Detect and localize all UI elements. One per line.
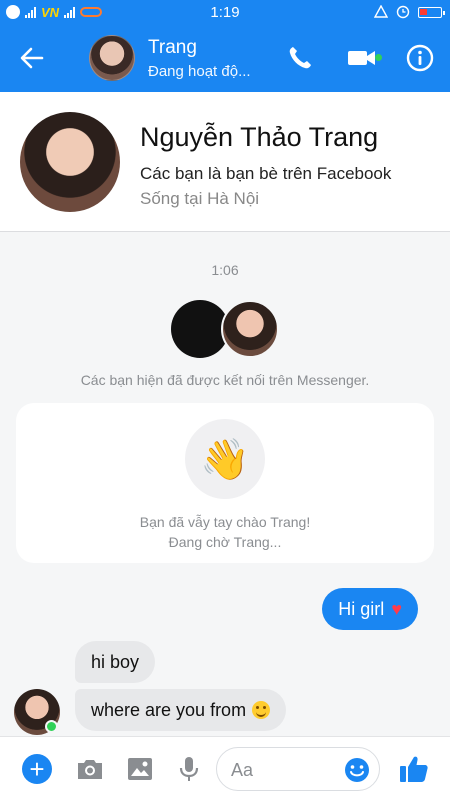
contact-avatar[interactable] [89,35,135,81]
alarm-icon [374,5,388,18]
back-arrow-icon[interactable] [18,44,46,72]
message-text: where are you from [91,699,247,720]
smiley-emoji-icon [252,701,271,719]
message-input[interactable] [231,758,341,782]
heart-emoji-icon: ♥ [391,598,402,619]
status-bar: VN 1:19 [0,0,450,24]
profile-header: Nguyễn Thảo Trang Các bạn là bạn bè trên… [0,92,450,232]
emoji-icon[interactable] [343,756,371,784]
connected-notice: Các bạn hiện đã được kết nối trên Messen… [80,372,370,388]
clock-icon [396,5,410,19]
contact-name[interactable]: Trang [148,37,197,59]
wave-card: 👋 Bạn đã vẫy tay chào Trang! Đang chờ Tr… [16,403,434,563]
profile-location: Sống tại Hà Nội [140,189,260,208]
wave-waiting-text: Đang chờ Trang... [168,534,282,550]
phone-icon[interactable] [286,44,314,72]
message-input-box[interactable] [216,747,380,791]
wave-sent-text: Bạn đã vẫy tay chào Trang! [139,514,311,530]
plus-icon[interactable]: + [22,754,52,784]
image-icon[interactable] [125,754,155,784]
connected-avatars [171,300,281,358]
status-right-icons [374,3,445,21]
message-bubble-incoming[interactable]: where are you from [75,689,287,731]
video-available-dot [375,54,382,61]
contact-avatar-small [221,300,279,358]
message-bubble-outgoing[interactable]: Hi girl ♥ [322,588,418,630]
waving-hand-icon[interactable]: 👋 [185,419,265,499]
contact-status: Đang hoạt độ... [148,63,251,80]
chat-timestamp: 1:06 [211,262,239,278]
message-composer: + [0,736,450,800]
profile-friends-text: Các bạn là bạn bè trên Facebook [140,164,392,183]
battery-icon [418,6,445,18]
video-camera-icon[interactable] [347,46,377,70]
profile-full-name: Nguyễn Thảo Trang [140,122,379,152]
chat-header: Trang Đang hoạt độ... [0,24,450,92]
microphone-icon[interactable] [174,754,204,784]
profile-avatar[interactable] [20,112,120,212]
thumbs-up-icon[interactable] [398,753,430,785]
message-bubble-incoming[interactable]: hi boy [75,641,156,683]
camera-icon[interactable] [75,754,105,784]
info-icon[interactable] [406,44,434,72]
online-status-dot [45,720,58,733]
message-text: hi boy [91,651,140,672]
message-text: Hi girl [338,598,385,619]
